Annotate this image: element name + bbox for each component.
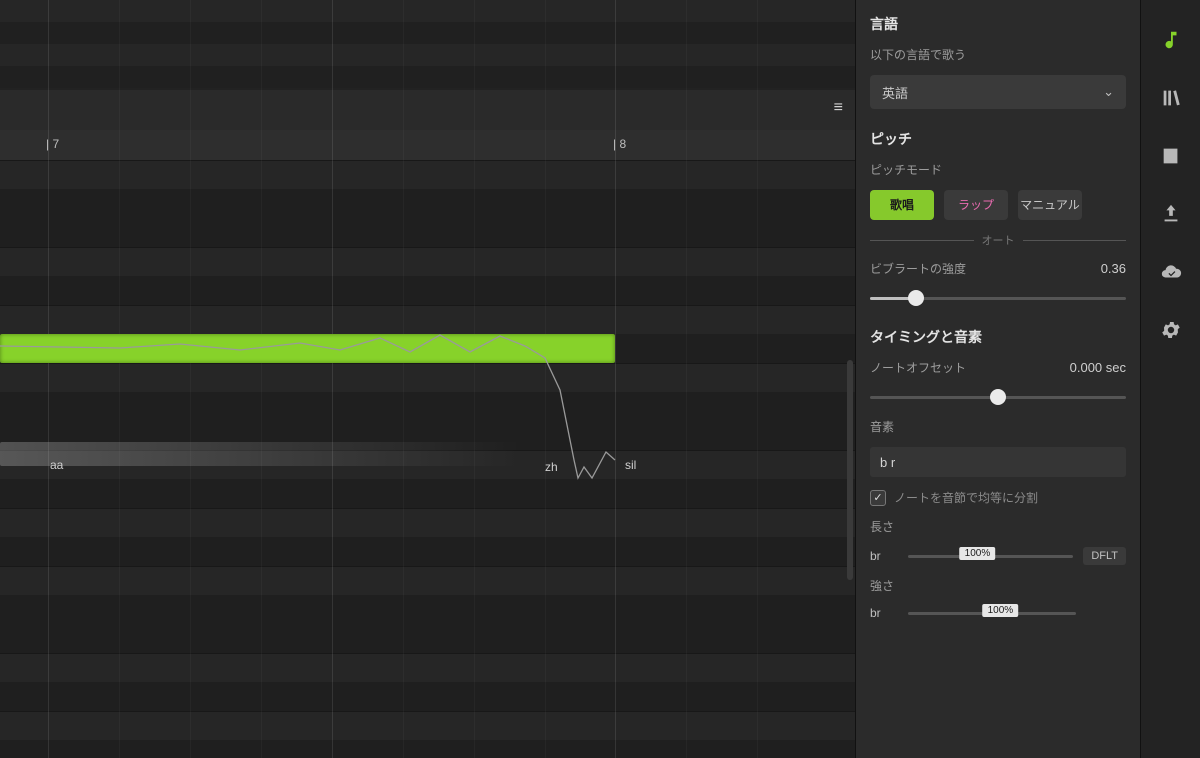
offset-slider[interactable] [870, 388, 1126, 406]
settings-icon[interactable] [1159, 318, 1183, 342]
cloud-icon[interactable] [1159, 260, 1183, 284]
section-language: 言語 [870, 14, 1126, 34]
vibrato-slider[interactable] [870, 289, 1126, 307]
phoneme-label: zh [545, 460, 558, 474]
waveform [0, 442, 520, 466]
library-icon[interactable] [1159, 86, 1183, 110]
language-select[interactable]: 英語 ⌄ [870, 75, 1126, 109]
language-value: 英語 [882, 83, 908, 102]
chevron-down-icon: ⌄ [1103, 84, 1114, 100]
strength-slider[interactable]: 100% [908, 612, 1076, 615]
book-icon[interactable] [1159, 144, 1183, 168]
section-timing: タイミングと音素 [870, 327, 1126, 347]
strength-tag: br [870, 606, 898, 620]
inspector-panel: 言語 以下の言語で歌う 英語 ⌄ ピッチ ピッチモード 歌唱 ラップ マニュアル… [855, 0, 1140, 758]
pitch-mode-group: 歌唱 ラップ マニュアル [870, 190, 1126, 220]
vibrato-value: 0.36 [1101, 261, 1126, 276]
slider-knob[interactable] [908, 290, 924, 306]
import-icon[interactable] [1159, 202, 1183, 226]
length-knob[interactable]: 100% [960, 547, 996, 560]
auto-divider: オート [870, 232, 1126, 248]
length-tag: br [870, 549, 898, 563]
phoneme-input[interactable]: b r [870, 447, 1126, 477]
strength-label: 強さ [870, 577, 1126, 594]
time-ruler[interactable]: | 7 | 8 ≡ [0, 130, 855, 160]
language-sub-label: 以下の言語で歌う [870, 46, 1126, 63]
music-icon[interactable] [1159, 28, 1183, 52]
pitch-mode-sing[interactable]: 歌唱 [870, 190, 934, 220]
strength-knob[interactable]: 100% [983, 604, 1019, 617]
section-pitch: ピッチ [870, 129, 1126, 149]
vertical-scrollbar[interactable] [847, 360, 853, 580]
vibrato-label: ビブラートの強度 [870, 260, 966, 277]
pitch-mode-label: ピッチモード [870, 161, 1126, 178]
grid-menu-icon[interactable]: ≡ [834, 105, 843, 110]
piano-roll-editor[interactable]: | 7 | 8 ≡ [0, 0, 855, 758]
note-block[interactable] [0, 334, 615, 363]
offset-value: 0.000 sec [1070, 360, 1126, 375]
phoneme-label-title: 音素 [870, 418, 1126, 435]
length-default-button[interactable]: DFLT [1083, 547, 1126, 565]
offset-label: ノートオフセット [870, 359, 966, 376]
split-evenly-label: ノートを音節で均等に分割 [894, 489, 1038, 506]
arrangement-strip[interactable] [0, 0, 855, 90]
phoneme-label: aa [50, 458, 63, 472]
icon-rail [1140, 0, 1200, 758]
split-evenly-checkbox[interactable] [870, 490, 886, 506]
pitch-mode-rap[interactable]: ラップ [944, 190, 1008, 220]
slider-knob[interactable] [990, 389, 1006, 405]
length-slider[interactable]: 100% [908, 555, 1073, 558]
phoneme-label: sil [625, 458, 636, 472]
length-label: 長さ [870, 518, 1126, 535]
pitch-mode-manual[interactable]: マニュアル [1018, 190, 1082, 220]
